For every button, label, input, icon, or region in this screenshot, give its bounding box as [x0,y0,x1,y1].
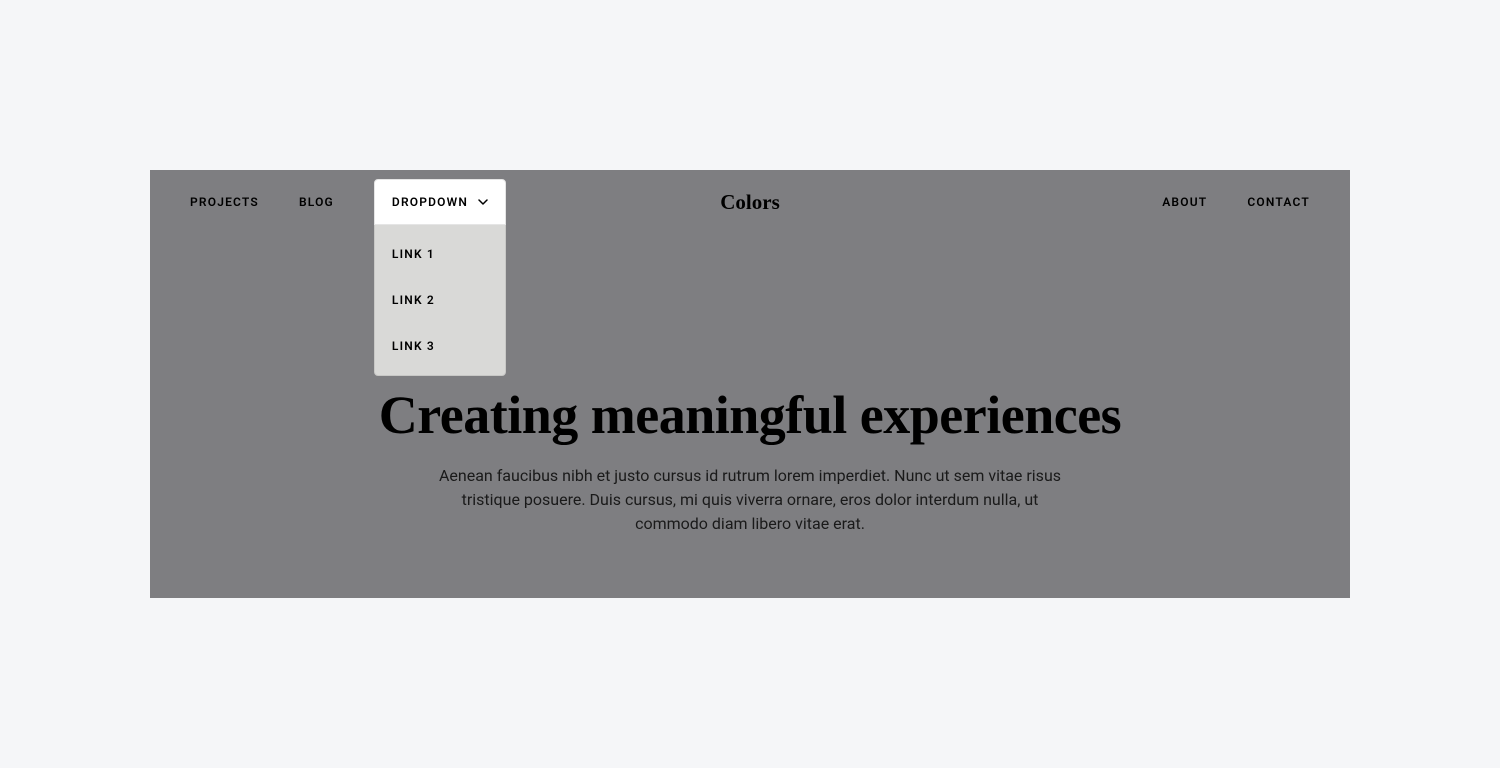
dropdown-toggle[interactable]: DROPDOWN [374,179,506,225]
page-container: PROJECTS BLOG DROPDOWN LINK 1 LINK 2 LIN… [150,170,1350,598]
nav-link-projects[interactable]: PROJECTS [190,195,259,209]
hero-subtitle: Aenean faucibus nibh et justo cursus id … [425,464,1075,536]
logo[interactable]: Colors [720,190,780,215]
nav-link-about[interactable]: ABOUT [1162,195,1207,209]
hero-title: Creating meaningful experiences [250,384,1250,446]
hero-section: Creating meaningful experiences Aenean f… [150,384,1350,536]
nav-left: PROJECTS BLOG DROPDOWN LINK 1 LINK 2 LIN… [190,179,506,225]
navbar: PROJECTS BLOG DROPDOWN LINK 1 LINK 2 LIN… [150,170,1350,234]
nav-link-blog[interactable]: BLOG [299,195,334,209]
nav-dropdown: DROPDOWN LINK 1 LINK 2 LINK 3 [374,179,506,225]
dropdown-item-link-1[interactable]: LINK 1 [375,231,505,277]
dropdown-item-link-3[interactable]: LINK 3 [375,323,505,369]
chevron-down-icon [478,199,488,205]
dropdown-item-link-2[interactable]: LINK 2 [375,277,505,323]
nav-link-contact[interactable]: CONTACT [1247,195,1310,209]
dropdown-menu: LINK 1 LINK 2 LINK 3 [374,224,506,376]
dropdown-toggle-label: DROPDOWN [392,195,468,209]
nav-right: ABOUT CONTACT [1162,195,1310,209]
